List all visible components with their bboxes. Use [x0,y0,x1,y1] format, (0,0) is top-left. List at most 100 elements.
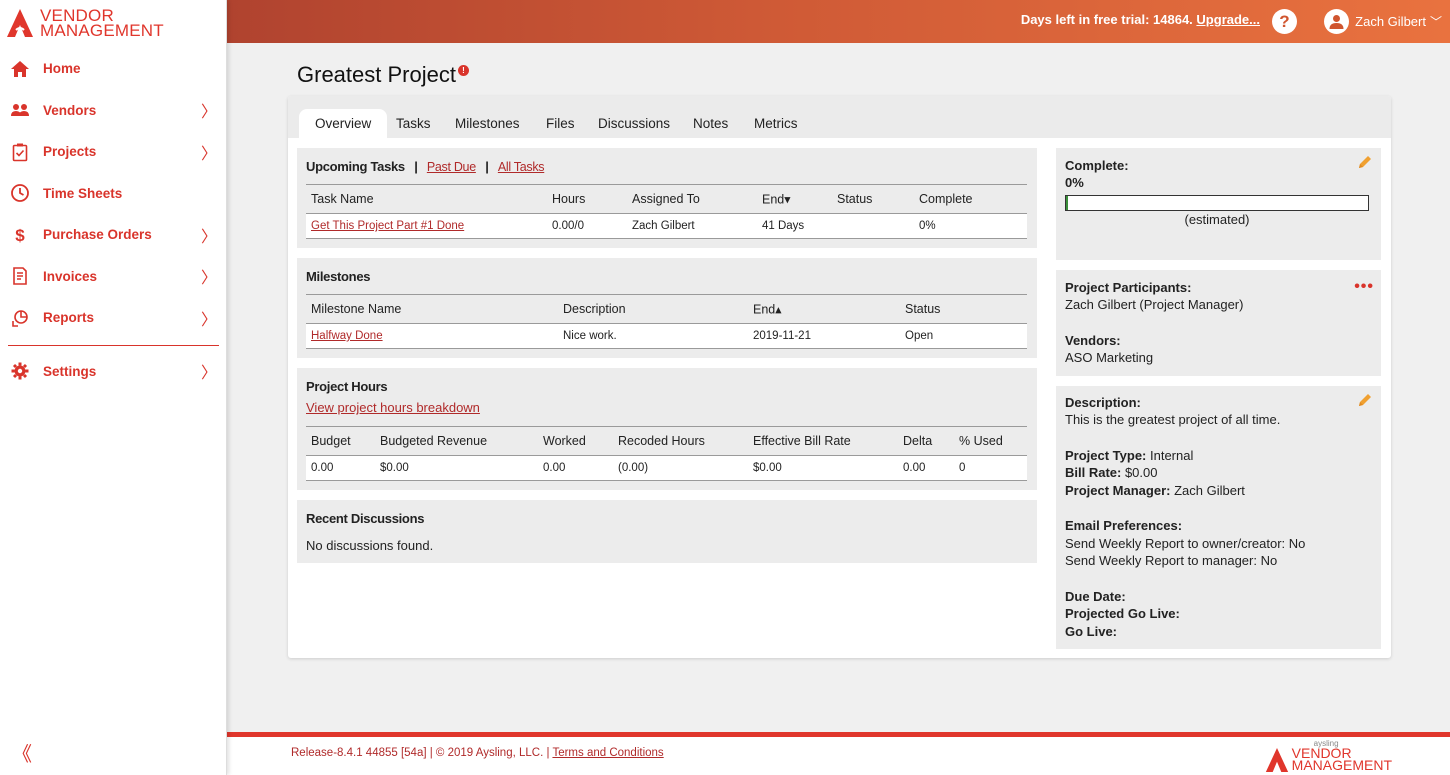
project-manager-value: Zach Gilbert [1170,483,1245,498]
upcoming-tasks-header: Upcoming Tasks | Past Due | All Tasks [306,159,545,174]
vendors-label-line: Vendors: [1065,333,1121,348]
complete-panel: Complete: 0% (estimated) [1056,148,1381,260]
tab-milestones[interactable]: Milestones [455,109,520,138]
tab-files[interactable]: Files [546,109,575,138]
sidebar-divider [8,344,219,346]
page-title-text: Greatest Project [297,62,456,87]
description-value: This is the greatest project of all time… [1065,412,1281,427]
trial-notice: Days left in free trial: 14864. Upgrade.… [1021,12,1260,27]
sidebar-item-settings[interactable]: Settings 〉 [0,351,227,393]
reports-icon [10,308,30,328]
tab-notes[interactable]: Notes [693,109,728,138]
sidebar-item-home[interactable]: Home [0,48,227,90]
column-header: Status [837,192,873,206]
info-icon[interactable]: ! [457,65,469,76]
sidebar-item-projects[interactable]: Projects 〉 [0,131,227,173]
tab-tasks[interactable]: Tasks [396,109,431,138]
sidebar-item-purchase-orders[interactable]: $ Purchase Orders 〉 [0,214,227,256]
due-date-line: Due Date: [1065,589,1126,604]
help-icon[interactable]: ? [1272,9,1297,34]
more-options-icon[interactable]: ••• [1354,278,1374,296]
column-header: Effective Bill Rate [753,434,851,448]
upcoming-tasks-panel: Upcoming Tasks | Past Due | All Tasks Ta… [297,148,1037,248]
tab-discussions[interactable]: Discussions [598,109,670,138]
progress-fill [1066,196,1068,210]
task-link[interactable]: Get This Project Part #1 Done [311,220,464,232]
table-cell: $0.00 [753,462,782,474]
past-due-link[interactable]: Past Due [427,160,476,174]
brand-line2: MANAGEMENT [40,21,164,40]
footer-text: Release-8.4.1 44855 [54a] | © 2019 Aysli… [291,747,664,759]
separator: | [485,159,489,174]
participants-label: Project Participants: [1065,280,1192,295]
projected-go-live-label: Projected Go Live: [1065,606,1180,621]
column-header: Budgeted Revenue [380,434,488,448]
tab-metrics[interactable]: Metrics [754,109,798,138]
user-menu[interactable]: Zach Gilbert ﹀ [1324,9,1442,34]
column-header: Budget [311,434,351,448]
table-cell: Nice work. [563,330,617,342]
table-row: Halfway Done Nice work. 2019-11-21 Open [306,324,1027,349]
dollar-icon: $ [10,225,30,245]
sidebar-item-label: Home [43,61,81,77]
brand-text: VENDOR MANAGEMENT [40,7,164,40]
estimated-note: (estimated) [1184,212,1250,227]
sidebar-nav: Home Vendors 〉 Projects 〉 Time Sheets $ [0,48,227,392]
home-icon [10,59,30,79]
release-info: Release-8.4.1 44855 [54a] | © 2019 Aysli… [291,747,553,759]
column-header: Complete [919,192,973,206]
milestone-link[interactable]: Halfway Done [311,330,383,342]
column-header: Milestone Name [311,302,402,316]
table-header-row: Milestone Name Description End▴ Status [306,295,1027,324]
table-header-row: Task Name Hours Assigned To End▾ Status … [306,185,1027,214]
footer-logo: aysling VENDOR MANAGEMENT [1265,739,1392,773]
project-type-value: Internal [1146,448,1194,463]
milestones-title: Milestones [306,269,371,284]
chevron-down-icon: ﹀ [1429,15,1442,29]
go-live-label: Go Live: [1065,624,1118,639]
users-icon [10,100,30,120]
upgrade-link[interactable]: Upgrade... [1196,12,1260,27]
project-hours-panel: Project Hours View project hours breakdo… [297,368,1037,490]
collapse-sidebar-icon[interactable]: 《 [12,738,32,767]
sidebar-item-label: Projects [43,144,97,160]
sidebar-item-time-sheets[interactable]: Time Sheets [0,173,227,215]
sidebar-item-vendors[interactable]: Vendors 〉 [0,90,227,132]
no-discussions-text: No discussions found. [306,538,434,553]
edit-pencil-icon[interactable] [1357,392,1373,408]
table-cell: 41 Days [762,220,805,232]
description-label-line: Description: [1065,395,1141,410]
upcoming-tasks-title: Upcoming Tasks [306,159,405,174]
description-label: Description: [1065,395,1141,410]
complete-label: Complete: [1065,158,1129,173]
bill-rate-value: $0.00 [1121,465,1158,480]
complete-value: 0% [1065,175,1084,190]
table-cell: (0.00) [618,462,649,474]
milestones-table: Milestone Name Description End▴ Status H… [306,294,1027,349]
footer-logo-icon [1265,748,1288,772]
due-date-label: Due Date: [1065,589,1126,604]
invoice-icon [10,266,30,286]
sort-column-header[interactable]: End▴ [753,302,782,317]
column-header: Hours [552,192,586,206]
tab-overview[interactable]: Overview [299,109,388,138]
email-owner-pref: Send Weekly Report to owner/creator: No [1065,536,1306,551]
upcoming-tasks-table: Task Name Hours Assigned To End▾ Status … [306,184,1027,239]
hours-breakdown-link[interactable]: View project hours breakdown [306,400,480,415]
separator: | [414,159,418,174]
complete-value-line: 0% [1065,175,1084,190]
clipboard-check-icon [10,142,30,162]
sidebar-item-label: Reports [43,310,95,326]
brand-logo[interactable]: VENDOR MANAGEMENT [6,6,164,40]
user-name: Zach Gilbert [1355,14,1426,29]
edit-pencil-icon[interactable] [1357,154,1373,170]
column-header: Description [563,302,626,316]
all-tasks-link[interactable]: All Tasks [498,160,545,174]
terms-link[interactable]: Terms and Conditions [552,747,663,759]
table-cell: 0.00/0 [552,220,584,232]
gear-icon [10,361,30,381]
sidebar-item-reports[interactable]: Reports 〉 [0,297,227,339]
sort-column-header[interactable]: End▾ [762,192,791,207]
sidebar-item-invoices[interactable]: Invoices 〉 [0,256,227,298]
chevron-right-icon: 〉 [200,226,217,246]
